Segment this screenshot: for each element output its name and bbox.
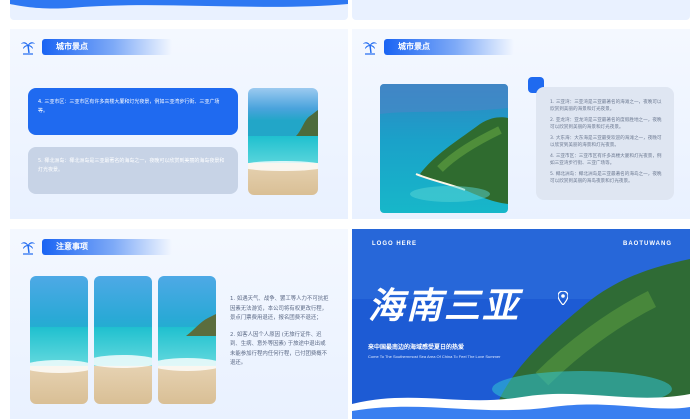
list-item: 4. 三亚市区：三亚市区有许多高楼大厦和灯光夜景，例如三亚湾步行街、三亚广场等。: [550, 154, 662, 166]
cover-subtitle: 来中国最南边的海域感受夏日的热爱: [368, 344, 465, 351]
beach-photo: [248, 88, 318, 195]
rock-cliff-image: [296, 110, 318, 136]
note-item: 2. 如客人因个人原因 (无旅行证件、迟到、生病、意外等因素) 于旅途中退出或未…: [230, 331, 328, 367]
location-pin-icon: [558, 291, 568, 305]
note-item: 1. 如遇天气、战争、罢工等人力不可抗拒因素无法游览，本公司将有权更改行程，景点…: [230, 296, 329, 321]
beach-photo-2: [94, 276, 152, 404]
island-image: [380, 84, 508, 204]
cover-title: 海南三亚: [368, 285, 521, 327]
list-item: 5. 椰北洲岛：椰北洲岛是三亚最著名的海岛之一，夜晚可以欣赏到美丽的海岛夜景和灯…: [550, 172, 662, 184]
section-title: 注意事项: [42, 239, 172, 255]
previous-slide-strip-right[interactable]: [352, 0, 690, 20]
previous-slide-strip-left[interactable]: [10, 0, 348, 20]
section-title: 城市景点: [384, 39, 514, 55]
brand-text: BAOTUWANG: [623, 241, 672, 247]
slide-notes[interactable]: 注意事项 1. 如遇天气、战争、罢工等人力不可抗拒因素无法游览，本公司将有权更改…: [10, 229, 348, 419]
palm-tree-icon: [21, 42, 35, 55]
attraction-card-text: 5. 椰北洲岛：椰北洲岛是三亚最著名的海岛之一，夜晚可以欣赏到美丽的海岛夜景和灯…: [38, 158, 225, 173]
list-item: 2. 亚龙湾：亚龙湾是三亚最著名的度假胜地之一，夜晚可以欣赏到美丽的海景和灯光夜…: [550, 118, 662, 130]
slide-cover[interactable]: LOGO HERE BAOTUWANG 海南三亚 来中国最南边的海域感受夏日的热…: [352, 229, 690, 419]
logo-text: LOGO HERE: [372, 241, 418, 247]
palm-tree-icon: [21, 242, 35, 255]
beach-photo-3: [158, 276, 216, 404]
list-item: 3. 大东海：大东海是三亚最受欢迎的海滩之一，夜晚可以欣赏到美丽的海景和灯光夜景…: [550, 136, 662, 148]
section-title: 城市景点: [42, 39, 172, 55]
section-header: 城市景点: [20, 39, 172, 55]
wave-decoration: [10, 0, 348, 9]
slide-city-attractions-left[interactable]: 城市景点 4. 三亚市区：三亚市区有许多高楼大厦和灯光夜景，例如三亚湾步行街、三…: [10, 29, 348, 219]
attraction-list-card[interactable]: 1. 三亚湾：三亚湾是三亚最著名的海滩之一，夜晚可以欣赏到美丽的海景和灯光夜景。…: [536, 87, 674, 200]
section-header: 注意事项: [20, 239, 172, 255]
palm-tree-icon: [363, 42, 377, 55]
section-header: 城市景点: [362, 39, 514, 55]
cover-subtitle-english: Come To The Southernmost Sea Area Of Chi…: [368, 354, 501, 359]
attraction-card[interactable]: 5. 椰北洲岛：椰北洲岛是三亚最著名的海岛之一，夜晚可以欣赏到美丽的海岛夜景和灯…: [28, 147, 238, 194]
notes-list: 1. 如遇天气、战争、罢工等人力不可抗拒因素无法游览，本公司将有权更改行程，景点…: [230, 295, 330, 376]
slide-city-attractions-right[interactable]: 城市景点 1. 三亚湾：三亚湾是三亚最著名的海滩之一，夜晚可以欣赏到美丽的海景和…: [352, 29, 690, 219]
rock-cliff-image: [186, 314, 216, 336]
beach-photo-1: [30, 276, 88, 404]
attraction-card-highlight[interactable]: 4. 三亚市区：三亚市区有许多高楼大厦和灯光夜景，例如三亚湾步行街、三亚广场等。: [28, 88, 238, 135]
list-item: 1. 三亚湾：三亚湾是三亚最著名的海滩之一，夜晚可以欣赏到美丽的海景和灯光夜景。: [550, 100, 662, 112]
attraction-card-text: 4. 三亚市区：三亚市区有许多高楼大厦和灯光夜景，例如三亚湾步行街、三亚广场等。: [38, 99, 220, 114]
island-aerial-photo: [380, 84, 508, 213]
